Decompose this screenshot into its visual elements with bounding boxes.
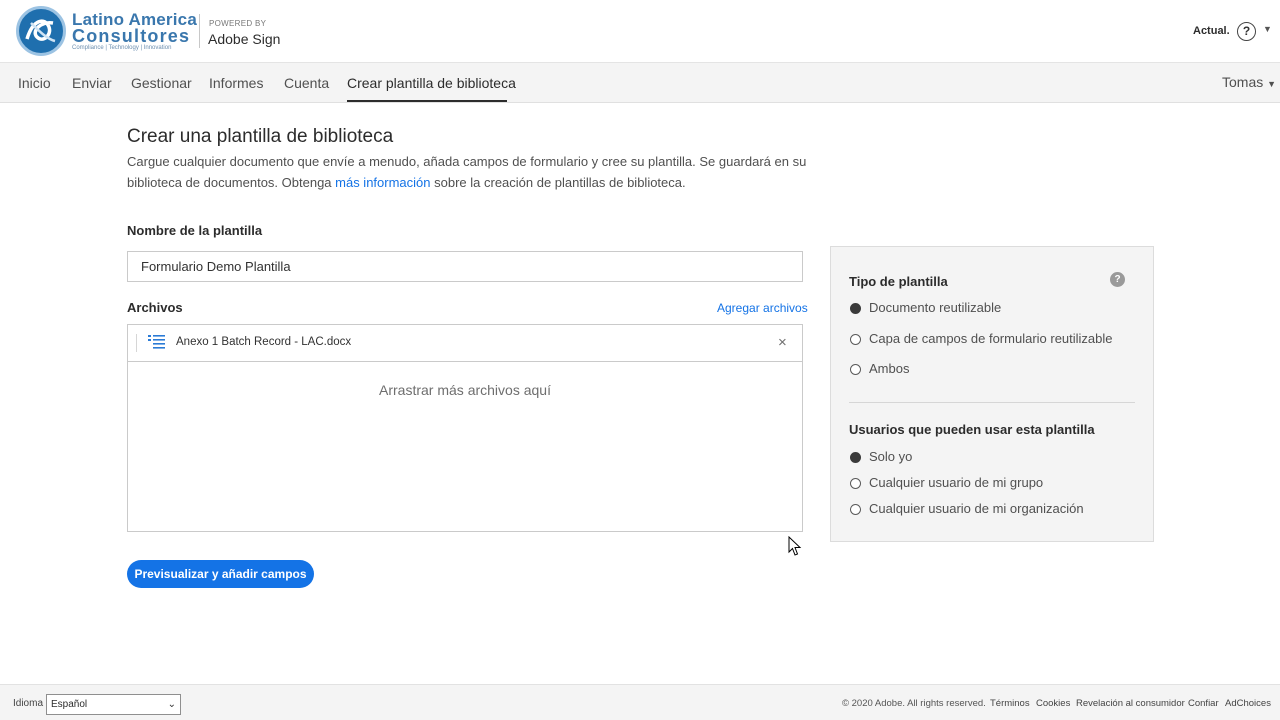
user-chevron-down-icon: ▼	[1267, 79, 1277, 89]
help-chevron-down-icon[interactable]: ▼	[1263, 24, 1272, 34]
upgrade-link[interactable]: Actual.	[1193, 25, 1230, 37]
logo-divider	[199, 14, 200, 48]
file-drop-zone[interactable]: Anexo 1 Batch Record - LAC.docx × Arrast…	[127, 324, 803, 532]
footer: Idioma Español ⌄ © 2020 Adobe. All right…	[0, 684, 1280, 720]
language-select[interactable]: Español ⌄	[46, 694, 181, 715]
drop-hint: Arrastrar más archivos aquí	[379, 382, 551, 398]
nav-item-informes[interactable]: Informes	[209, 75, 263, 91]
page-title: Crear una plantilla de biblioteca	[127, 126, 394, 147]
radio-label-solo-yo[interactable]: Solo yo	[869, 449, 912, 464]
files-label: Archivos	[127, 300, 183, 315]
radio-label-ambos[interactable]: Ambos	[869, 361, 909, 376]
copyright-text: © 2020 Adobe. All rights reserved.	[842, 698, 986, 709]
footer-link-adchoices[interactable]: AdChoices	[1225, 698, 1271, 709]
radio-capa-campos[interactable]	[850, 334, 861, 345]
user-name: Tomas	[1222, 74, 1264, 90]
powered-by-label: POWERED BY	[209, 19, 267, 28]
user-menu[interactable]: Tomas ▼	[1222, 74, 1276, 90]
users-heading: Usuarios que pueden usar esta plantilla	[849, 422, 1095, 437]
logo-tagline: Compliance | Technology | Innovation	[72, 45, 172, 51]
page-description: Cargue cualquier documento que envíe a m…	[127, 151, 807, 193]
logo-text-line2: Consultores	[72, 26, 191, 46]
document-icon	[148, 335, 165, 349]
language-selected-value: Español	[51, 699, 88, 710]
footer-link-terminos[interactable]: Términos	[990, 698, 1030, 709]
nav-item-crear-plantilla[interactable]: Crear plantilla de biblioteca	[347, 75, 516, 91]
mouse-cursor-icon	[788, 536, 802, 556]
language-chevron-down-icon: ⌄	[167, 699, 176, 710]
template-name-input[interactable]	[127, 251, 803, 282]
template-type-heading: Tipo de plantilla	[849, 274, 948, 289]
remove-file-close-icon[interactable]: ×	[778, 334, 787, 351]
product-name: Adobe Sign	[208, 31, 281, 47]
file-drag-handle[interactable]	[136, 334, 137, 352]
nav-item-cuenta[interactable]: Cuenta	[284, 75, 329, 91]
nav-item-enviar[interactable]: Enviar	[72, 75, 112, 91]
nav-item-inicio[interactable]: Inicio	[18, 75, 51, 91]
radio-solo-yo[interactable]	[850, 452, 861, 463]
radio-mi-organizacion[interactable]	[850, 504, 861, 515]
radio-label-mi-organizacion[interactable]: Cualquier usuario de mi organización	[869, 501, 1084, 516]
radio-label-mi-grupo[interactable]: Cualquier usuario de mi grupo	[869, 475, 1043, 490]
description-text-end: sobre la creación de plantillas de bibli…	[430, 175, 686, 190]
radio-label-documento-reutilizable[interactable]: Documento reutilizable	[869, 300, 1001, 315]
template-options-panel: Tipo de plantilla ? Documento reutilizab…	[830, 246, 1154, 542]
radio-label-capa-campos[interactable]: Capa de campos de formulario reutilizabl…	[869, 331, 1113, 346]
radio-mi-grupo[interactable]	[850, 478, 861, 489]
top-bar: Latino America Consultores Compliance | …	[0, 0, 1280, 63]
footer-link-revelacion[interactable]: Revelación al consumidor	[1076, 698, 1185, 709]
radio-documento-reutilizable[interactable]	[850, 303, 861, 314]
main-nav: Inicio Enviar Gestionar Informes Cuenta …	[0, 63, 1280, 103]
panel-divider	[849, 402, 1135, 403]
help-icon[interactable]: ?	[1237, 22, 1256, 41]
template-name-label: Nombre de la plantilla	[127, 223, 263, 238]
footer-link-confiar[interactable]: Confiar	[1188, 698, 1219, 709]
preview-add-fields-button[interactable]: Previsualizar y añadir campos	[127, 560, 314, 588]
file-item: Anexo 1 Batch Record - LAC.docx ×	[128, 325, 802, 362]
nav-item-gestionar[interactable]: Gestionar	[131, 75, 192, 91]
language-label: Idioma	[13, 698, 44, 709]
file-name: Anexo 1 Batch Record - LAC.docx	[176, 336, 352, 348]
add-files-link[interactable]: Agregar archivos	[717, 301, 808, 315]
active-tab-indicator	[347, 100, 507, 102]
footer-link-cookies[interactable]: Cookies	[1036, 698, 1070, 709]
more-info-link[interactable]: más información	[335, 175, 430, 190]
template-type-help-icon[interactable]: ?	[1110, 272, 1125, 287]
company-logo-icon[interactable]	[16, 6, 66, 56]
radio-ambos[interactable]	[850, 364, 861, 375]
